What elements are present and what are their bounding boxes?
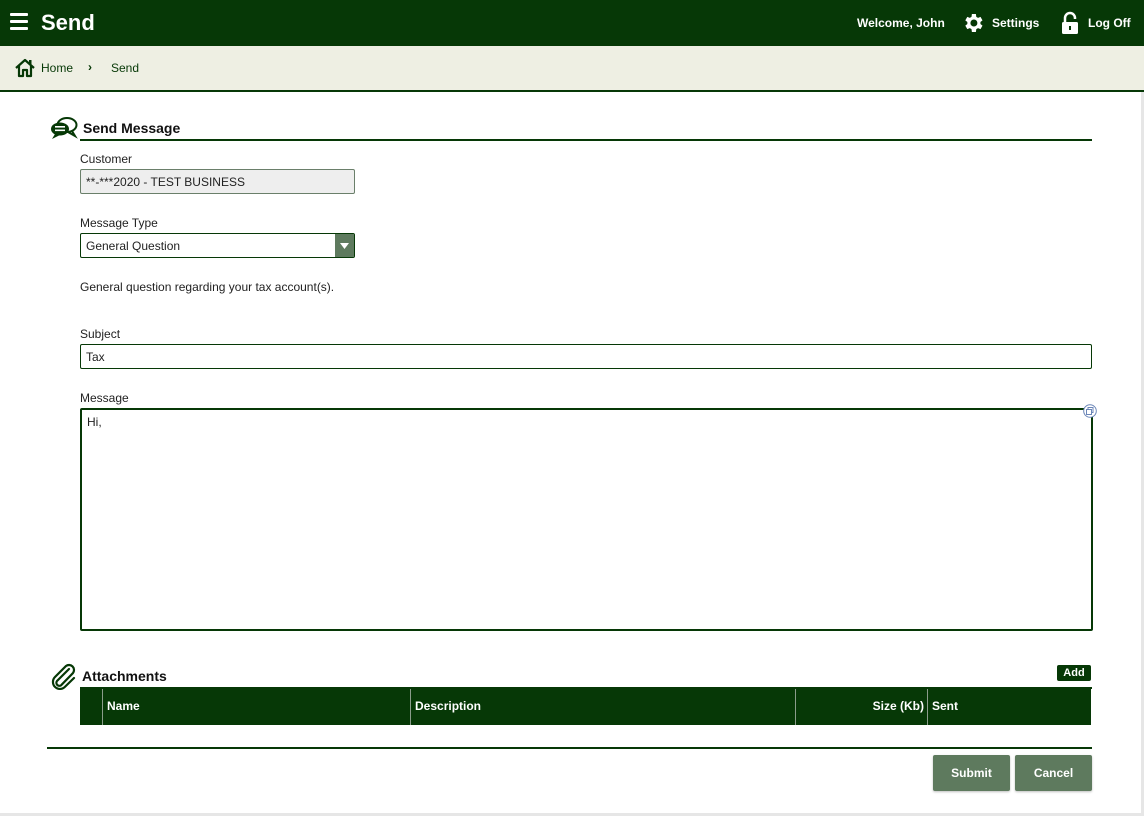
column-header-description[interactable]: Description <box>410 689 796 725</box>
welcome-text: Welcome, John <box>857 16 945 30</box>
cancel-button[interactable]: Cancel <box>1015 755 1092 791</box>
subject-label: Subject <box>80 327 121 341</box>
chevron-down-icon[interactable] <box>335 234 354 257</box>
message-label: Message <box>80 391 129 405</box>
message-type-label: Message Type <box>80 216 158 230</box>
attachments-table-header: Name Description Size (Kb) Sent <box>80 689 1091 725</box>
lock-icon <box>1062 11 1078 34</box>
expand-editor-icon[interactable] <box>1083 404 1097 418</box>
send-message-page: Send Welcome, John Settings Log Off Home… <box>0 0 1144 816</box>
attachments-heading: Attachments <box>82 668 167 684</box>
message-textarea[interactable]: Hi, <box>80 408 1093 631</box>
breadcrumb-separator-icon: › <box>88 60 92 74</box>
section-divider <box>80 139 1092 141</box>
paperclip-icon <box>51 663 76 690</box>
breadcrumb-home-link[interactable]: Home <box>41 61 73 75</box>
message-type-value: General Question <box>86 239 181 253</box>
page-title: Send <box>41 10 95 35</box>
hamburger-icon[interactable] <box>10 13 28 33</box>
column-header-name[interactable]: Name <box>102 689 411 725</box>
submit-button[interactable]: Submit <box>933 755 1010 791</box>
customer-label: Customer <box>80 152 133 166</box>
add-attachment-button[interactable]: Add <box>1057 665 1091 681</box>
chat-bubbles-icon <box>51 117 78 139</box>
log-off-link[interactable]: Log Off <box>1061 11 1131 35</box>
top-bar: Send Welcome, John Settings Log Off <box>0 0 1144 46</box>
subject-input[interactable] <box>80 344 1092 369</box>
home-icon[interactable] <box>14 58 36 78</box>
settings-link[interactable]: Settings <box>961 11 1039 35</box>
footer-divider <box>47 747 1092 749</box>
column-header-sent[interactable]: Sent <box>927 689 1091 725</box>
gear-icon <box>965 14 983 32</box>
breadcrumb-current: Send <box>111 61 140 75</box>
send-message-heading: Send Message <box>83 120 181 136</box>
column-header-size[interactable]: Size (Kb) <box>795 689 928 725</box>
breadcrumb: Home › Send <box>0 46 1144 92</box>
settings-label: Settings <box>992 16 1040 30</box>
log-off-label: Log Off <box>1088 16 1131 30</box>
customer-field[interactable] <box>80 169 355 194</box>
message-type-select[interactable]: General Question <box>80 233 355 258</box>
message-type-description: General question regarding your tax acco… <box>80 280 335 294</box>
